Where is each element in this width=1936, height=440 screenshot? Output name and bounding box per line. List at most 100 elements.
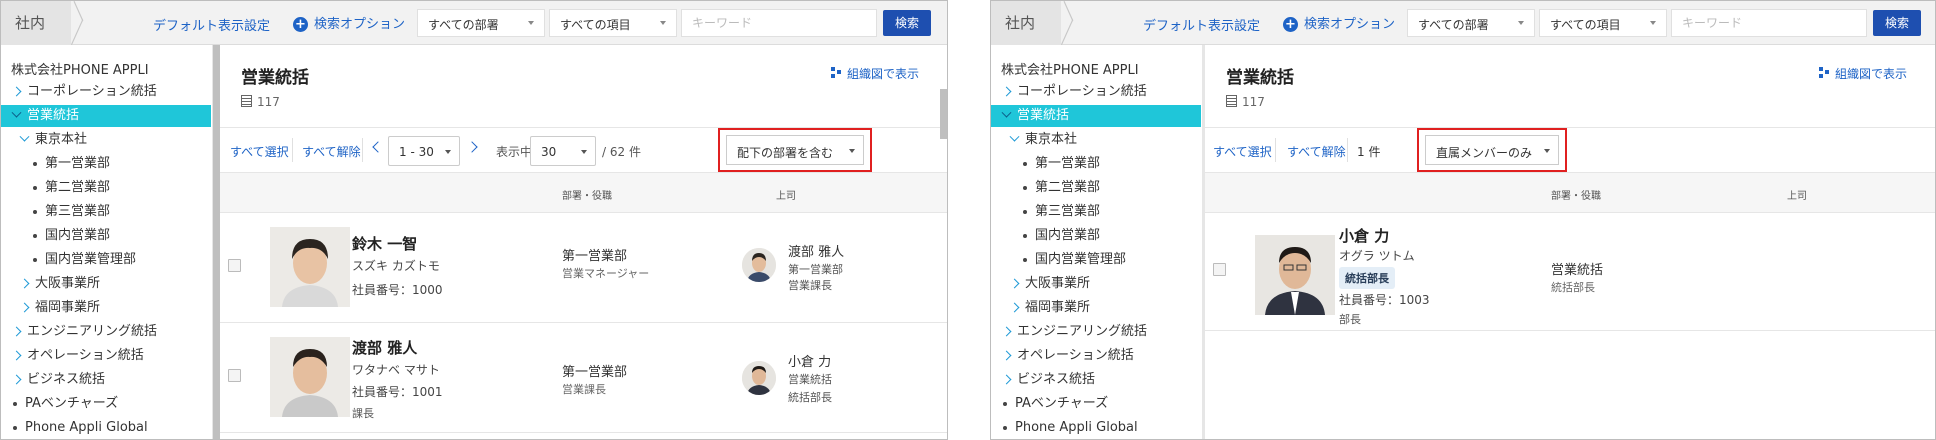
select-all-link[interactable]: すべて選択 bbox=[1213, 143, 1272, 160]
department-select[interactable]: すべての部署 bbox=[1407, 9, 1535, 37]
search-options-label: 検索オプション bbox=[1304, 17, 1396, 32]
page-size-select[interactable]: 30 bbox=[530, 136, 596, 166]
tree-item-operations[interactable]: オペレーション統括 bbox=[1, 345, 211, 367]
divider bbox=[1347, 138, 1348, 162]
bullet-icon bbox=[33, 257, 37, 262]
tree-root-company[interactable]: 株式会社PHONE APPLI bbox=[11, 59, 149, 78]
tree-item-sales3[interactable]: 第三営業部 bbox=[1, 201, 211, 223]
member-count-value: 117 bbox=[1242, 95, 1265, 109]
tree-item-fukuoka[interactable]: 福岡事業所 bbox=[1, 297, 211, 319]
chevron-down-icon[interactable] bbox=[11, 107, 22, 118]
sidebar-scrollbar[interactable] bbox=[213, 45, 220, 439]
chevron-right-icon[interactable] bbox=[19, 302, 30, 313]
main-scrollbar[interactable] bbox=[940, 89, 947, 139]
tree-item-business[interactable]: ビジネス統括 bbox=[1, 369, 211, 391]
tree-item-domestic[interactable]: 国内営業部 bbox=[1, 225, 211, 247]
caret-down-icon bbox=[528, 21, 534, 25]
tree-item-osaka[interactable]: 大阪事業所 bbox=[1, 273, 211, 295]
keyword-input[interactable] bbox=[1671, 9, 1867, 37]
org-chart-link[interactable]: 組織図で表示 bbox=[1818, 65, 1907, 82]
search-button[interactable]: 検索 bbox=[883, 10, 931, 36]
department-select[interactable]: すべての部署 bbox=[417, 9, 545, 37]
tree-item-corporate[interactable]: コーポレーション統括 bbox=[1, 81, 211, 103]
default-display-link[interactable]: デフォルト表示設定 bbox=[153, 15, 270, 34]
scope-filter-select[interactable]: 配下の部署を含む bbox=[726, 135, 864, 165]
field-select[interactable]: すべての項目 bbox=[1539, 9, 1667, 37]
chevron-right-icon[interactable] bbox=[1001, 350, 1012, 361]
chevron-right-icon[interactable] bbox=[1009, 302, 1020, 313]
page-range-select[interactable]: 1 - 30 bbox=[388, 136, 460, 166]
chevron-right-icon[interactable] bbox=[466, 141, 478, 153]
member-list-pane: 営業統括 組織図で表示 117 すべて選択 すべて解除 1 件 直属メンバーのみ… bbox=[1205, 45, 1935, 439]
default-display-link[interactable]: デフォルト表示設定 bbox=[1143, 15, 1260, 34]
field-select[interactable]: すべての項目 bbox=[549, 9, 677, 37]
tree-item-fukuoka[interactable]: 福岡事業所 bbox=[991, 297, 1201, 319]
person-name[interactable]: 小倉 力 bbox=[1339, 225, 1389, 246]
chevron-left-icon[interactable] bbox=[372, 141, 384, 153]
tree-item-sales3[interactable]: 第三営業部 bbox=[991, 201, 1201, 223]
tree-item-domestic-mgmt[interactable]: 国内営業管理部 bbox=[991, 249, 1201, 271]
tree-root-company[interactable]: 株式会社PHONE APPLI bbox=[1001, 59, 1139, 78]
search-options-link[interactable]: + 検索オプション bbox=[293, 13, 405, 32]
tree-item-global[interactable]: Phone Appli Global bbox=[991, 417, 1201, 439]
tree-item-sales2[interactable]: 第二営業部 bbox=[1, 177, 211, 199]
table-row[interactable]: 小倉 力 オグラ ツトム 統括部長 社員番号：1003 部長 営業統括 統括部長 bbox=[1205, 213, 1935, 331]
tree-item-sales[interactable]: 営業統括 bbox=[991, 105, 1201, 127]
boss-avatar[interactable] bbox=[742, 361, 776, 395]
table-row[interactable]: 鈴木 一智 スズキ カズトモ 社員番号：1000 第一営業部 営業マネージャー … bbox=[220, 213, 947, 323]
tree-item-label: コーポレーション統括 bbox=[1017, 84, 1147, 99]
person-role: 営業課長 bbox=[562, 383, 606, 396]
tree-item-sales[interactable]: 営業統括 bbox=[1, 105, 211, 127]
chevron-right-icon[interactable] bbox=[11, 374, 22, 385]
chevron-right-icon[interactable] bbox=[1001, 326, 1012, 337]
tree-item-corporate[interactable]: コーポレーション統括 bbox=[991, 81, 1201, 103]
tree-item-engineering[interactable]: エンジニアリング統括 bbox=[1, 321, 211, 343]
person-name[interactable]: 鈴木 一智 bbox=[352, 233, 417, 254]
tree-item-sales1[interactable]: 第一営業部 bbox=[991, 153, 1201, 175]
tree-item-engineering[interactable]: エンジニアリング統括 bbox=[991, 321, 1201, 343]
tree-item-osaka[interactable]: 大阪事業所 bbox=[991, 273, 1201, 295]
tree-item-pa-ventures[interactable]: PAベンチャーズ bbox=[1, 393, 211, 415]
boss-name[interactable]: 渡部 雅人 bbox=[788, 241, 844, 260]
avatar bbox=[270, 227, 350, 307]
person-role: 統括部長 bbox=[1551, 281, 1595, 294]
table-row[interactable]: 渡部 雅人 ワタナベ マサト 社員番号：1001 課長 第一営業部 営業課長 小… bbox=[220, 323, 947, 433]
tree-item-global[interactable]: Phone Appli Global bbox=[1, 417, 211, 439]
chevron-down-icon[interactable] bbox=[1009, 131, 1020, 142]
boss-name[interactable]: 小倉 力 bbox=[788, 351, 831, 370]
tree-item-tokyo[interactable]: 東京本社 bbox=[991, 129, 1201, 151]
chevron-right-icon[interactable] bbox=[1001, 86, 1012, 97]
chevron-right-icon[interactable] bbox=[11, 350, 22, 361]
tree-item-domestic-mgmt[interactable]: 国内営業管理部 bbox=[1, 249, 211, 271]
search-options-link[interactable]: + 検索オプション bbox=[1283, 13, 1395, 32]
select-all-link[interactable]: すべて選択 bbox=[230, 143, 289, 160]
chevron-down-icon[interactable] bbox=[1001, 107, 1012, 118]
tree-item-sales2[interactable]: 第二営業部 bbox=[991, 177, 1201, 199]
chevron-right-icon[interactable] bbox=[1009, 278, 1020, 289]
row-checkbox[interactable] bbox=[228, 369, 241, 382]
chevron-down-icon[interactable] bbox=[19, 131, 30, 142]
chevron-right-icon[interactable] bbox=[11, 86, 22, 97]
person-name[interactable]: 渡部 雅人 bbox=[352, 337, 417, 358]
row-checkbox[interactable] bbox=[1213, 263, 1226, 276]
scope-filter-select[interactable]: 直属メンバーのみ bbox=[1425, 135, 1559, 165]
org-chart-link[interactable]: 組織図で表示 bbox=[830, 65, 919, 82]
tree-item-domestic[interactable]: 国内営業部 bbox=[991, 225, 1201, 247]
chevron-right-icon[interactable] bbox=[1001, 374, 1012, 385]
tree-item-business[interactable]: ビジネス統括 bbox=[991, 369, 1201, 391]
deselect-all-link[interactable]: すべて解除 bbox=[302, 143, 361, 160]
tree-item-pa-ventures[interactable]: PAベンチャーズ bbox=[991, 393, 1201, 415]
deselect-all-link[interactable]: すべて解除 bbox=[1287, 143, 1346, 160]
row-checkbox[interactable] bbox=[228, 259, 241, 272]
search-button[interactable]: 検索 bbox=[1873, 10, 1921, 36]
tree-item-sales1[interactable]: 第一営業部 bbox=[1, 153, 211, 175]
breadcrumb[interactable]: 社内 bbox=[1, 1, 71, 45]
tree-item-label: 国内営業管理部 bbox=[1035, 252, 1127, 267]
breadcrumb[interactable]: 社内 bbox=[991, 1, 1061, 45]
keyword-input[interactable] bbox=[681, 9, 877, 37]
chevron-right-icon[interactable] bbox=[19, 278, 30, 289]
tree-item-tokyo[interactable]: 東京本社 bbox=[1, 129, 211, 151]
boss-avatar[interactable] bbox=[742, 248, 776, 282]
tree-item-operations[interactable]: オペレーション統括 bbox=[991, 345, 1201, 367]
chevron-right-icon[interactable] bbox=[11, 326, 22, 337]
